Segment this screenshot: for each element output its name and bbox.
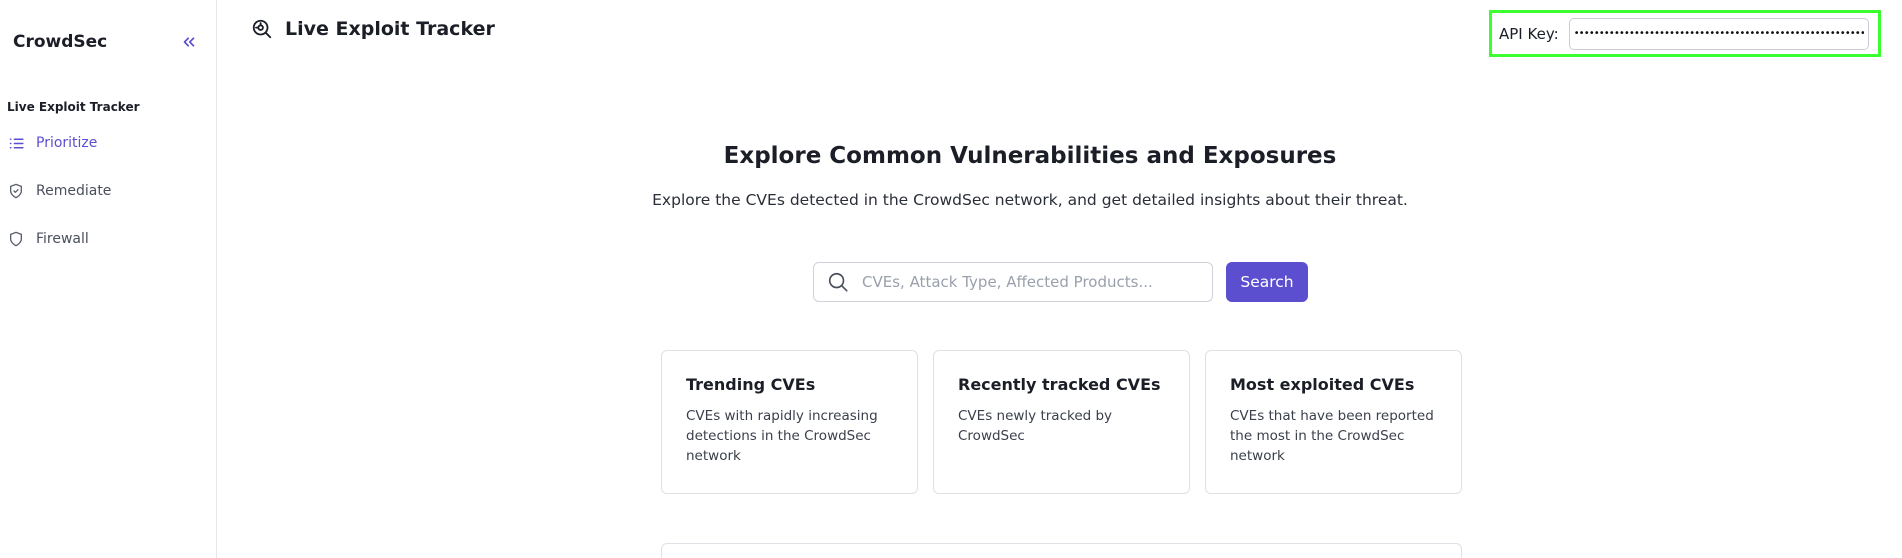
collapse-sidebar-button[interactable] [178,33,200,55]
sidebar-item-remediate[interactable]: Remediate [7,178,111,204]
brand-name: CrowdSec [13,32,108,52]
results-panel [661,543,1462,558]
chevrons-left-icon [180,33,198,55]
search-icon [826,270,850,294]
search-field[interactable] [813,262,1213,302]
card-description: CVEs newly tracked by CrowdSec [958,408,1113,444]
search-button[interactable]: Search [1226,262,1308,302]
api-key-label: API Key: [1499,24,1559,43]
hero-title: Explore Common Vulnerabilities and Expos… [723,143,1337,169]
search-input[interactable] [862,273,1192,291]
shield-check-icon [7,182,25,200]
most-exploited-cves-card[interactable]: Most exploited CVEs CVEs that have been … [1205,350,1462,494]
card-title: Recently tracked CVEs [958,375,1161,394]
card-description: CVEs that have been reported the most in… [1230,408,1434,464]
shield-icon [7,230,25,248]
hero-subtitle: Explore the CVEs detected in the CrowdSe… [652,191,1408,209]
list-icon [7,134,25,152]
card-title: Most exploited CVEs [1230,375,1415,394]
api-key-input[interactable] [1568,17,1869,50]
card-title: Trending CVEs [686,375,816,394]
sidebar-item-label: Remediate [36,183,112,199]
card-description: CVEs with rapidly increasing detections … [686,408,878,464]
sidebar-item-prioritize[interactable]: Prioritize [7,130,97,156]
recently-tracked-cves-card[interactable]: Recently tracked CVEs CVEs newly tracked… [933,350,1190,494]
sidebar-item-firewall[interactable]: Firewall [7,226,89,252]
page-title: Live Exploit Tracker [285,18,495,40]
sidebar-section-label: Live Exploit Tracker [7,100,140,114]
sidebar-item-label: Firewall [36,231,89,247]
sidebar-item-label: Prioritize [36,135,98,151]
trending-cves-card[interactable]: Trending CVEs CVEs with rapidly increasi… [661,350,918,494]
api-key-section: API Key: [1489,10,1881,57]
magnifier-scan-icon [250,17,274,41]
sidebar: CrowdSec Live Exploit Tracker Prioritize… [0,0,217,558]
